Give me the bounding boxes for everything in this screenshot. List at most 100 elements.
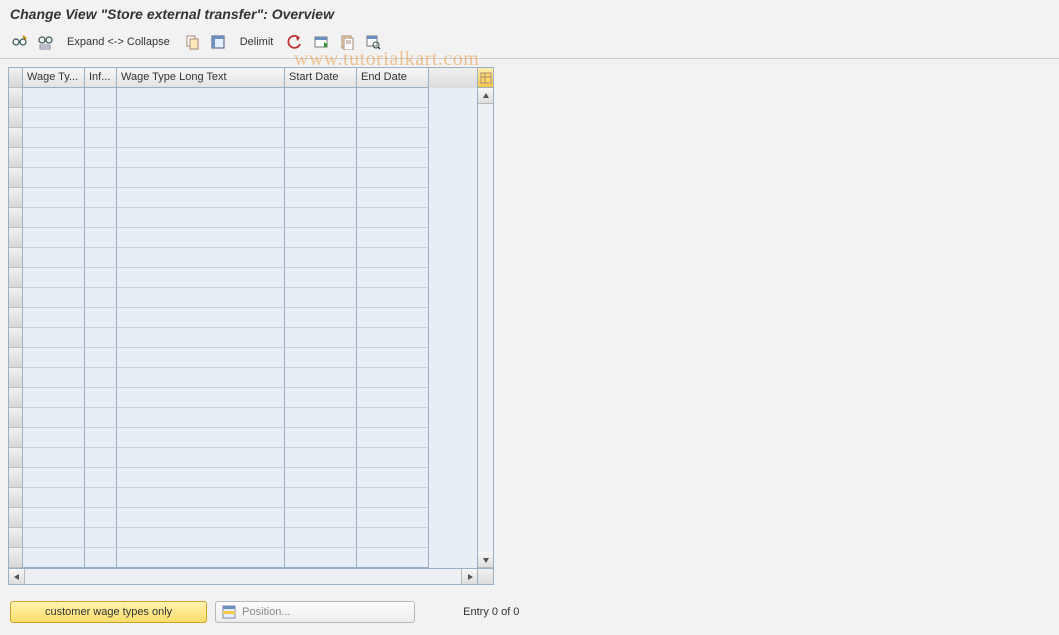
col-long-text[interactable]: Wage Type Long Text [117,68,285,88]
cell-end-date[interactable] [357,488,429,508]
cell-end-date[interactable] [357,268,429,288]
row-selector[interactable] [9,348,23,368]
cell-end-date[interactable] [357,448,429,468]
table-row[interactable] [9,408,477,428]
row-selector[interactable] [9,528,23,548]
cell-end-date[interactable] [357,548,429,568]
cell-start-date[interactable] [285,168,357,188]
cell-end-date[interactable] [357,328,429,348]
cell-inf[interactable] [85,168,117,188]
table-row[interactable] [9,228,477,248]
delimit-button[interactable]: Delimit [233,32,281,52]
cell-inf[interactable] [85,268,117,288]
cell-wage-type[interactable] [23,388,85,408]
cell-inf[interactable] [85,148,117,168]
cell-end-date[interactable] [357,368,429,388]
row-selector[interactable] [9,548,23,568]
cell-end-date[interactable] [357,508,429,528]
cell-long-text[interactable] [117,228,285,248]
table-row[interactable] [9,528,477,548]
cell-wage-type[interactable] [23,288,85,308]
customer-wage-types-button[interactable]: customer wage types only [10,601,207,623]
cell-long-text[interactable] [117,108,285,128]
row-selector[interactable] [9,488,23,508]
cell-end-date[interactable] [357,228,429,248]
cell-wage-type[interactable] [23,488,85,508]
cell-wage-type[interactable] [23,128,85,148]
table-settings-button[interactable] [362,32,384,52]
cell-start-date[interactable] [285,388,357,408]
expand-collapse-button[interactable]: Expand <-> Collapse [60,32,177,52]
table-row[interactable] [9,388,477,408]
cell-inf[interactable] [85,488,117,508]
col-wage-type[interactable]: Wage Ty... [23,68,85,88]
row-selector[interactable] [9,428,23,448]
cell-long-text[interactable] [117,528,285,548]
cell-long-text[interactable] [117,428,285,448]
scroll-up-button[interactable] [478,88,493,104]
cell-start-date[interactable] [285,488,357,508]
cell-long-text[interactable] [117,328,285,348]
hscroll-track[interactable] [25,569,461,584]
scroll-track[interactable] [478,104,493,552]
cell-inf[interactable] [85,428,117,448]
table-row[interactable] [9,208,477,228]
row-selector[interactable] [9,288,23,308]
cell-long-text[interactable] [117,408,285,428]
cell-long-text[interactable] [117,368,285,388]
cell-start-date[interactable] [285,428,357,448]
cell-wage-type[interactable] [23,88,85,108]
cell-end-date[interactable] [357,208,429,228]
cell-start-date[interactable] [285,88,357,108]
col-inf[interactable]: Inf... [85,68,117,88]
table-row[interactable] [9,428,477,448]
cell-wage-type[interactable] [23,308,85,328]
table-row[interactable] [9,488,477,508]
cell-wage-type[interactable] [23,468,85,488]
cell-end-date[interactable] [357,128,429,148]
position-button[interactable]: Position... [215,601,415,623]
cell-start-date[interactable] [285,448,357,468]
cell-inf[interactable] [85,188,117,208]
row-selector[interactable] [9,228,23,248]
table-row[interactable] [9,128,477,148]
cell-long-text[interactable] [117,268,285,288]
cell-wage-type[interactable] [23,188,85,208]
table-row[interactable] [9,508,477,528]
cell-end-date[interactable] [357,288,429,308]
cell-long-text[interactable] [117,208,285,228]
row-selector[interactable] [9,208,23,228]
row-selector[interactable] [9,448,23,468]
cell-wage-type[interactable] [23,348,85,368]
cell-wage-type[interactable] [23,228,85,248]
scroll-left-button[interactable] [9,569,25,584]
cell-end-date[interactable] [357,428,429,448]
cell-inf[interactable] [85,128,117,148]
row-selector[interactable] [9,248,23,268]
row-selector[interactable] [9,308,23,328]
cell-inf[interactable] [85,468,117,488]
table-row[interactable] [9,308,477,328]
cell-wage-type[interactable] [23,428,85,448]
cell-end-date[interactable] [357,248,429,268]
cell-long-text[interactable] [117,448,285,468]
cell-inf[interactable] [85,308,117,328]
cell-inf[interactable] [85,288,117,308]
cell-inf[interactable] [85,108,117,128]
cell-end-date[interactable] [357,388,429,408]
cell-inf[interactable] [85,408,117,428]
row-selector[interactable] [9,148,23,168]
cell-end-date[interactable] [357,148,429,168]
select-all-rows[interactable] [9,68,23,88]
cell-end-date[interactable] [357,468,429,488]
cell-long-text[interactable] [117,548,285,568]
row-selector[interactable] [9,468,23,488]
row-selector[interactable] [9,188,23,208]
cell-long-text[interactable] [117,148,285,168]
cell-wage-type[interactable] [23,528,85,548]
cell-end-date[interactable] [357,188,429,208]
cell-end-date[interactable] [357,348,429,368]
cell-inf[interactable] [85,248,117,268]
cell-end-date[interactable] [357,168,429,188]
cell-end-date[interactable] [357,308,429,328]
